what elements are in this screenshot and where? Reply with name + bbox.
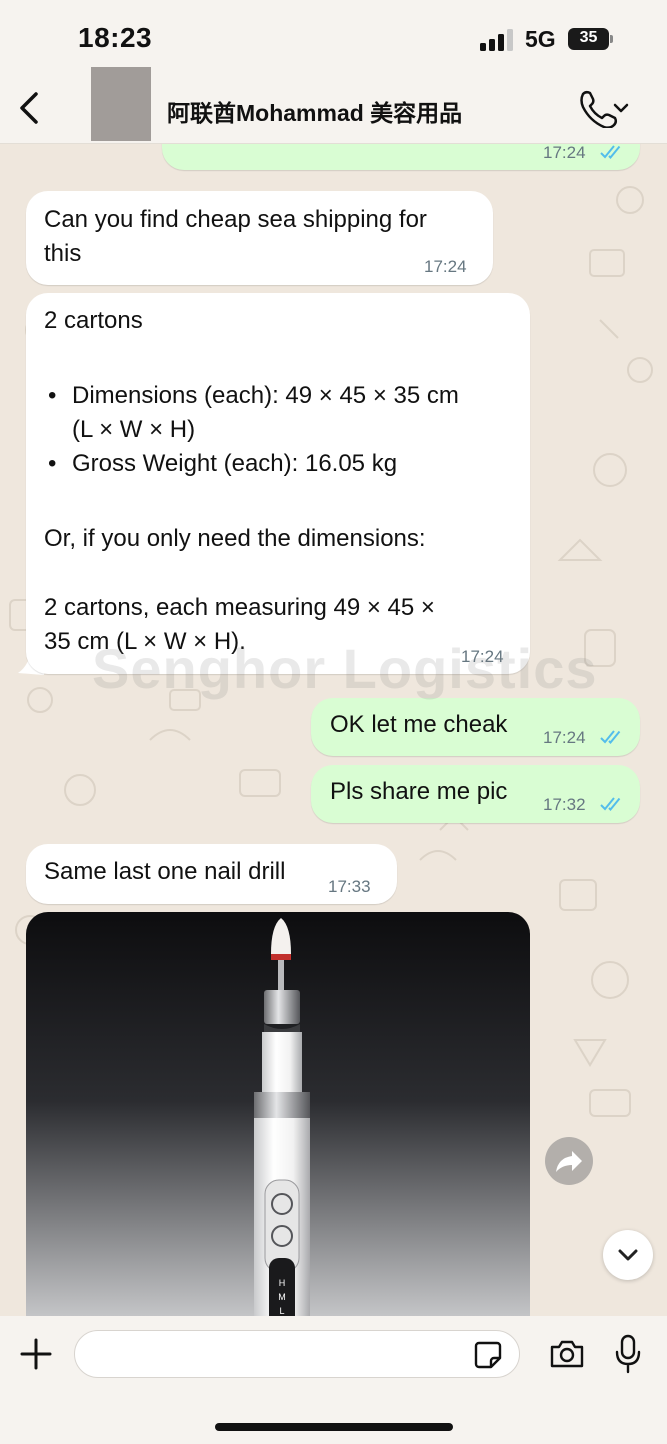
message-bubble-outgoing[interactable]: Pls share me pic 17:32 (311, 765, 640, 823)
speed-label-h: H (279, 1278, 286, 1288)
image-message[interactable]: H M L (26, 912, 530, 1332)
message-input-bar (0, 1316, 667, 1444)
chat-title[interactable]: 阿联酋Mohammad 美容用品 (167, 94, 462, 128)
message-bubble-incoming[interactable]: 2 cartons Dimensions (each): 49 × 45 × 3… (26, 293, 530, 674)
watermark: Senghor Logistics (92, 637, 598, 700)
bullet-text: Dimensions (each): 49 × 45 × 35 cm (72, 382, 459, 409)
message-text-line: 2 cartons, each measuring 49 × 45 × (44, 594, 435, 621)
message-bubble-incoming[interactable]: Same last one nail drill 17:33 (26, 844, 397, 904)
chat-header: 阿联酋Mohammad 美容用品 (0, 67, 667, 144)
read-receipt-icon (600, 797, 621, 811)
speed-label-l: L (279, 1306, 284, 1316)
message-text-line: Or, if you only need the dimensions: (44, 525, 426, 552)
message-input[interactable] (74, 1330, 520, 1378)
message-time: 17:24 (543, 728, 586, 747)
message-time: 17:32 (543, 795, 586, 814)
sticker-icon[interactable] (473, 1340, 503, 1370)
bullet-text: Gross Weight (each): 16.05 kg (72, 450, 398, 477)
speed-label-m: M (278, 1292, 286, 1302)
message-bubble-outgoing[interactable]: OK let me cheak 17:24 (311, 698, 640, 756)
microphone-icon[interactable] (615, 1334, 641, 1374)
battery-level: 35 (579, 29, 598, 46)
message-time: 17:33 (328, 877, 371, 896)
message-text: Pls share me pic (330, 778, 508, 805)
message-time: 17:24 (543, 143, 586, 162)
network-label: 5G (525, 26, 556, 52)
bullet-list: Dimensions (each): 49 × 45 × 35 cm (L × … (44, 379, 459, 481)
read-receipt-icon (600, 145, 621, 159)
message-bubble-incoming[interactable]: Can you find cheap sea shipping for this… (26, 191, 493, 285)
bullet-text: (L × W × H) (72, 416, 196, 443)
message-text-line: Can you find cheap sea shipping for (44, 206, 427, 233)
battery-icon: 35 (568, 28, 614, 50)
forward-button[interactable] (545, 1137, 593, 1185)
scroll-to-bottom-button[interactable] (603, 1230, 653, 1280)
message-text-line: this (44, 240, 82, 267)
camera-icon[interactable] (549, 1338, 585, 1370)
message-time: 17:24 (424, 257, 467, 276)
nail-drill-photo: H M L (26, 912, 530, 1332)
status-bar: 18:23 5G 35 (0, 0, 667, 70)
message-text: Same last one nail drill (44, 858, 286, 885)
forward-icon (556, 1151, 582, 1172)
plus-icon[interactable] (20, 1338, 52, 1370)
chevron-down-icon (618, 1249, 638, 1261)
avatar[interactable] (91, 67, 151, 141)
bullet-item: Dimensions (each): 49 × 45 × 35 cm (L × … (44, 379, 459, 447)
chevron-left-icon[interactable] (16, 90, 44, 126)
status-time: 18:23 (78, 22, 153, 53)
home-indicator (215, 1423, 453, 1431)
message-text-line: 2 cartons (44, 307, 143, 334)
message-text: OK let me cheak (330, 711, 508, 738)
phone-icon[interactable] (576, 88, 632, 128)
read-receipt-icon (600, 730, 621, 744)
bullet-item: Gross Weight (each): 16.05 kg (44, 447, 459, 481)
signal-icon (480, 29, 513, 51)
